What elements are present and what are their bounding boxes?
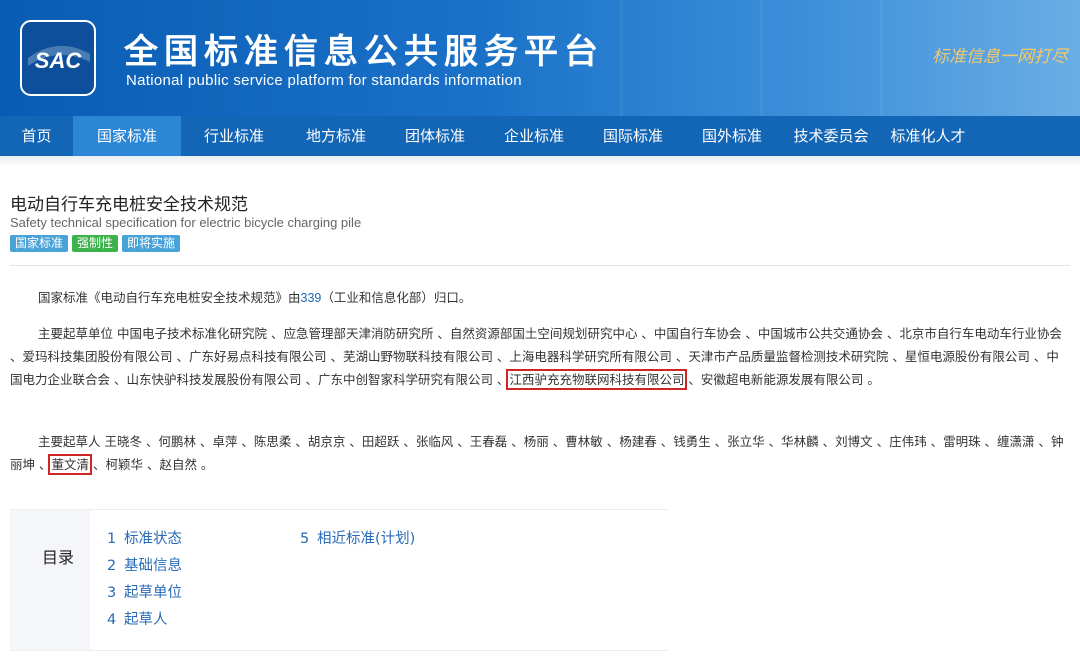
nav-item-enterprise-standards[interactable]: 企业标准 <box>485 116 583 156</box>
site-header-banner: SAC 全国标准信息公共服务平台 National public service… <box>0 0 1080 116</box>
nav-item-standardization-talent[interactable]: 标准化人才 <box>881 116 975 156</box>
p1-text-b: （工业和信息化部）归口。 <box>321 290 472 305</box>
site-title: 全国标准信息公共服务平台 <box>124 32 604 72</box>
drafting-units-paragraph: 主要起草单位 中国电子技术标准化研究院 、应急管理部天津消防研究所 、自然资源部… <box>10 322 1070 391</box>
toc-label: 起草单位 <box>124 585 182 601</box>
toc-label: 基础信息 <box>124 558 182 574</box>
nav-item-local-standards[interactable]: 地方标准 <box>287 116 385 156</box>
toc-num: 3 <box>107 585 117 601</box>
site-slogan: 标准信息一网打尽 <box>932 47 1068 67</box>
tag-upcoming: 即将实施 <box>122 235 181 252</box>
highlighted-drafting-unit: 江西驴充充物联网科技有限公司 <box>506 369 688 390</box>
toc-num: 5 <box>300 531 310 547</box>
toc-heading-box: 目录 <box>10 510 90 650</box>
toc-item-status[interactable]: 1 标准状态 <box>107 526 182 553</box>
site-subtitle: National public service platform for sta… <box>126 72 522 89</box>
drafting-units-list-b: 、安徽超电新能源发展有限公司 。 <box>684 372 880 387</box>
nav-item-home[interactable]: 首页 <box>0 116 73 156</box>
drafting-units-label: 主要起草单位 <box>38 326 114 341</box>
sac-logo-icon[interactable]: SAC <box>18 18 98 98</box>
logo-text: SAC <box>35 48 83 73</box>
toc-label: 起草人 <box>124 612 168 628</box>
table-of-contents: 目录 1 标准状态 2 基础信息 3 起草单位 4 起草人 5 相近标准(计划) <box>10 509 668 651</box>
toc-item-basic-info[interactable]: 2 基础信息 <box>107 553 182 580</box>
toc-num: 1 <box>107 531 117 547</box>
nav-item-technical-committees[interactable]: 技术委员会 <box>781 116 881 156</box>
nav-shadow <box>0 156 1080 166</box>
toc-label: 标准状态 <box>124 531 182 547</box>
drafters-list-b: 、柯颖华 、赵自然 。 <box>89 457 214 472</box>
toc-column-1: 1 标准状态 2 基础信息 3 起草单位 4 起草人 <box>107 526 182 634</box>
toc-num: 2 <box>107 558 117 574</box>
toc-item-drafting-units[interactable]: 3 起草单位 <box>107 580 182 607</box>
status-tags: 国家标准 强制性 即将实施 <box>10 235 181 252</box>
toc-item-related-standards[interactable]: 5 相近标准(计划) <box>300 526 415 553</box>
divider <box>10 265 1070 266</box>
main-nav: 首页 国家标准 行业标准 地方标准 团体标准 企业标准 国际标准 国外标准 技术… <box>0 116 1080 156</box>
highlighted-drafter: 董文清 <box>48 454 92 475</box>
nav-item-national-standards[interactable]: 国家标准 <box>73 116 181 156</box>
toc-num: 4 <box>107 612 117 628</box>
p1-text-a: 国家标准《电动自行车充电桩安全技术规范》由 <box>38 290 301 305</box>
standard-title: 电动自行车充电桩安全技术规范 <box>10 195 248 215</box>
responsible-unit-paragraph: 国家标准《电动自行车充电桩安全技术规范》由339（工业和信息化部）归口。 <box>10 286 1070 310</box>
committee-link[interactable]: 339 <box>301 291 322 305</box>
toc-column-2: 5 相近标准(计划) <box>300 526 415 553</box>
nav-item-industry-standards[interactable]: 行业标准 <box>181 116 287 156</box>
nav-item-foreign-standards[interactable]: 国外标准 <box>683 116 781 156</box>
banner-decoration <box>880 0 883 116</box>
banner-decoration <box>760 0 763 116</box>
drafters-paragraph: 主要起草人 王晓冬 、何鹏林 、卓萍 、陈思柔 、胡京京 、田超跃 、张临风 、… <box>10 430 1070 476</box>
tag-mandatory: 强制性 <box>72 235 119 252</box>
nav-item-international-standards[interactable]: 国际标准 <box>583 116 683 156</box>
banner-decoration <box>620 0 623 116</box>
drafters-label: 主要起草人 <box>38 434 101 449</box>
standard-title-en: Safety technical specification for elect… <box>10 215 362 230</box>
toc-label: 相近标准(计划) <box>317 531 416 547</box>
nav-item-group-standards[interactable]: 团体标准 <box>385 116 485 156</box>
toc-item-drafters[interactable]: 4 起草人 <box>107 607 182 634</box>
toc-heading: 目录 <box>42 548 75 567</box>
tag-national-standard: 国家标准 <box>10 235 69 252</box>
